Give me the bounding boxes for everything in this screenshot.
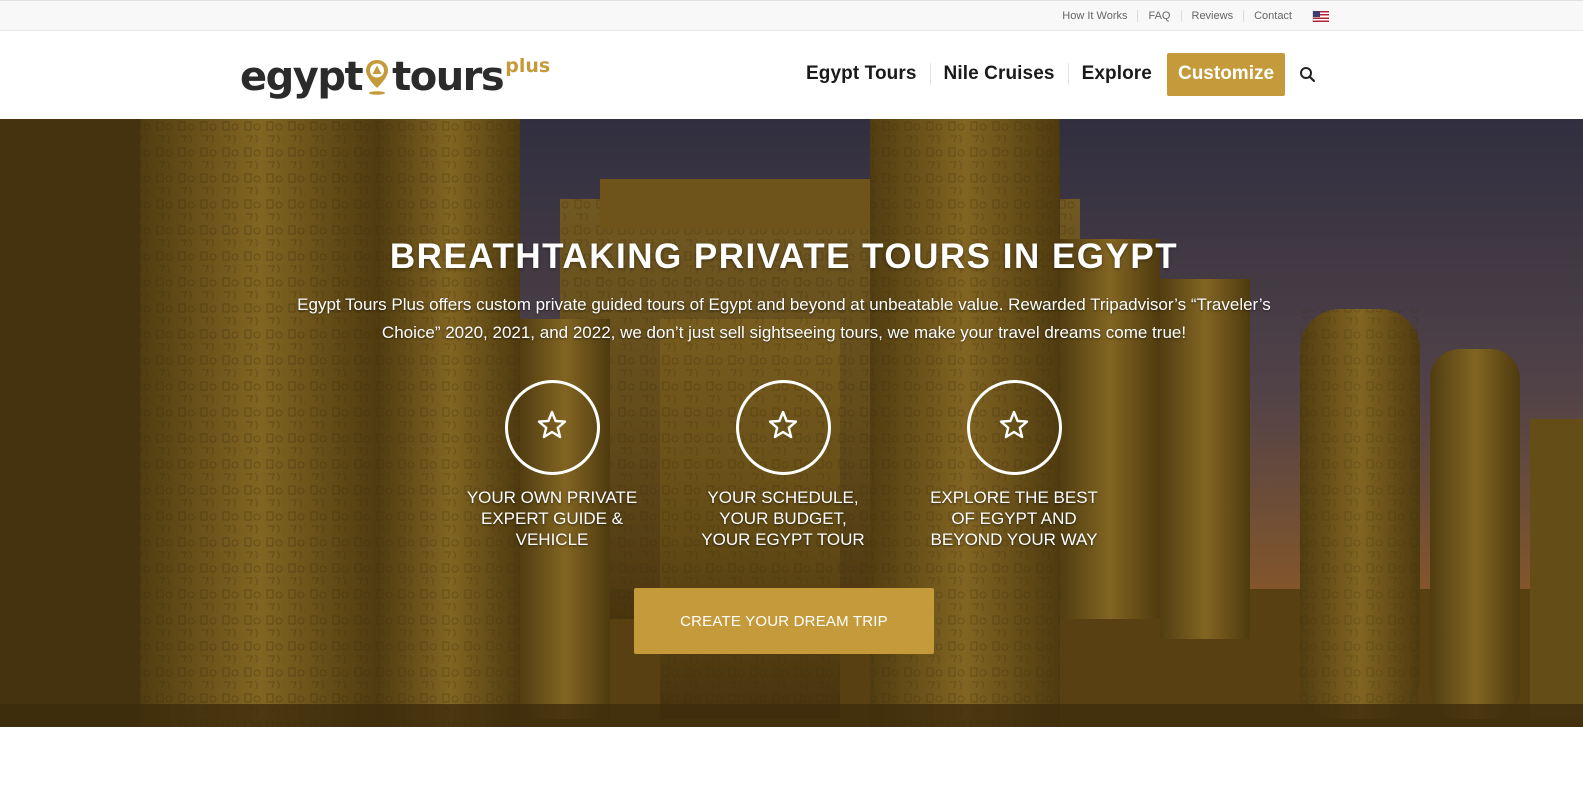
feature-circle	[504, 380, 600, 475]
feature-private-guide: YOUR OWN PRIVATE EXPERT GUIDE & VEHICLE	[462, 380, 642, 550]
feature-label: YOUR SCHEDULE, YOUR BUDGET, YOUR EGYPT T…	[701, 488, 865, 549]
feature-your-schedule: YOUR SCHEDULE, YOUR BUDGET, YOUR EGYPT T…	[693, 380, 873, 550]
create-dream-trip-button[interactable]: CREATE YOUR DREAM TRIP	[634, 588, 934, 654]
feature-circle	[735, 380, 831, 475]
star-icon	[999, 410, 1029, 445]
us-flag-icon[interactable]	[1312, 10, 1329, 22]
logo-word-egypt: egypt	[240, 54, 364, 100]
feature-label: EXPLORE THE BEST OF EGYPT AND BEYOND YOU…	[930, 488, 1098, 549]
faq-link[interactable]: FAQ	[1137, 10, 1180, 22]
star-icon	[768, 410, 798, 445]
page-content-below-hero	[0, 727, 1583, 789]
customize-button[interactable]: Customize	[1166, 52, 1286, 96]
hero-section: BREATHTAKING PRIVATE TOURS IN EGYPT Egyp…	[0, 119, 1583, 727]
nav-explore[interactable]: Explore	[1067, 63, 1165, 85]
search-icon[interactable]	[1299, 66, 1317, 84]
star-icon	[537, 410, 567, 445]
hero-subtitle: Egypt Tours Plus offers custom private g…	[297, 295, 1271, 342]
hero-title: BREATHTAKING PRIVATE TOURS IN EGYPT	[389, 237, 1179, 276]
nav-nile-cruises[interactable]: Nile Cruises	[929, 63, 1068, 85]
site-header: egypt tours plus Egypt Tours Nile Cruise…	[0, 31, 1583, 119]
contact-link[interactable]: Contact	[1243, 10, 1302, 22]
main-nav: Egypt Tours Nile Cruises Explore Customi…	[793, 52, 1286, 96]
feature-explore-best: EXPLORE THE BEST OF EGYPT AND BEYOND YOU…	[924, 380, 1104, 550]
how-it-works-link[interactable]: How It Works	[1052, 10, 1137, 22]
nav-egypt-tours[interactable]: Egypt Tours	[793, 63, 930, 85]
site-logo[interactable]: egypt tours plus	[240, 53, 550, 97]
top-utility-bar: How It Works FAQ Reviews Contact	[0, 0, 1583, 31]
feature-circle	[966, 380, 1062, 475]
logo-plus: plus	[505, 55, 551, 77]
logo-word-tours: tours	[392, 54, 505, 100]
location-pin-icon	[363, 57, 391, 97]
feature-label: YOUR OWN PRIVATE EXPERT GUIDE & VEHICLE	[466, 488, 638, 549]
reviews-link[interactable]: Reviews	[1180, 10, 1244, 22]
utility-links: How It Works FAQ Reviews Contact	[1052, 10, 1329, 22]
